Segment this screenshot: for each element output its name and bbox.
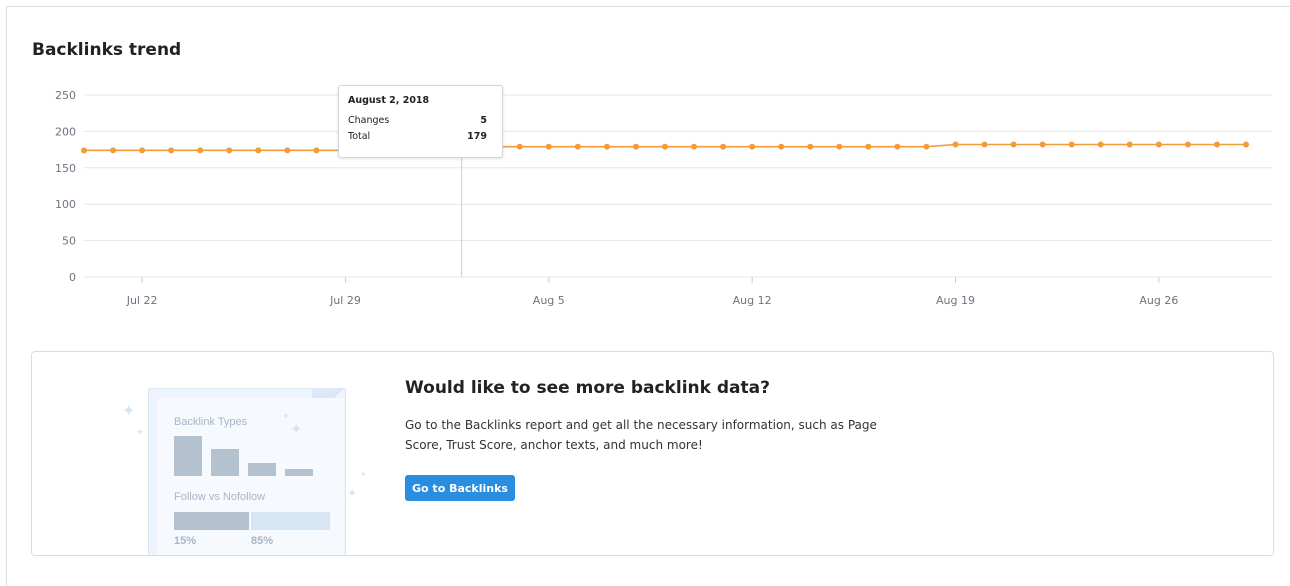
data-point <box>255 147 262 154</box>
tooltip-total-label: Total <box>348 131 371 142</box>
data-point <box>807 143 814 150</box>
tooltip-date: August 2, 2018 <box>348 95 430 106</box>
illustration-follow-label: Follow vs Nofollow <box>174 491 266 503</box>
data-point <box>226 147 233 154</box>
y-tick-label: 150 <box>55 162 76 175</box>
promo-title: Would like to see more backlink data? <box>405 378 770 398</box>
data-point <box>981 141 988 148</box>
data-point <box>81 147 87 154</box>
data-point <box>894 143 901 150</box>
tooltip-total-value: 179 <box>467 131 487 142</box>
sparkle-icon: ✦ <box>122 401 136 420</box>
tooltip-row-total: Total 179 <box>348 129 487 145</box>
illustration-bar <box>211 449 239 476</box>
data-point <box>545 143 552 150</box>
data-point <box>313 147 320 154</box>
data-point <box>923 143 930 150</box>
data-point <box>691 143 698 150</box>
data-point <box>1068 141 1075 148</box>
y-tick-label: 100 <box>55 198 76 211</box>
data-point <box>952 141 959 148</box>
promo-description: Go to the Backlinks report and get all t… <box>405 418 877 452</box>
data-point <box>749 143 756 150</box>
illustration-bar <box>248 463 276 476</box>
data-point <box>662 143 668 150</box>
x-tick-label: Aug 26 <box>1139 294 1178 307</box>
illustration-card: Backlink Types Follow vs Nofollow 15% 85… <box>158 398 344 555</box>
backlinks-report-illustration: Backlink Types Follow vs Nofollow 15% 85… <box>112 382 412 555</box>
data-point <box>865 143 872 150</box>
nofollow-bar <box>251 512 330 530</box>
data-point <box>139 147 146 154</box>
follow-bar <box>174 512 249 530</box>
data-point <box>1155 141 1162 148</box>
data-point <box>1097 141 1104 148</box>
x-tick-label: Aug 12 <box>733 294 772 307</box>
illustration-types-label: Backlink Types <box>174 416 248 428</box>
sparkle-icon: ✦ <box>290 420 303 438</box>
data-point <box>168 147 175 154</box>
data-point <box>632 143 639 150</box>
data-point <box>284 147 291 154</box>
data-point <box>1039 141 1046 148</box>
y-tick-label: 0 <box>69 271 76 284</box>
tooltip-changes-value: 5 <box>480 115 487 126</box>
illustration-bar <box>174 436 202 476</box>
data-point <box>197 147 204 154</box>
data-point <box>1010 141 1017 148</box>
x-tick-label: Jul 22 <box>126 294 158 307</box>
tooltip-changes-label: Changes <box>348 115 390 126</box>
sparkle-icon: ✦ <box>347 486 358 500</box>
data-point <box>110 147 117 154</box>
data-point <box>1213 141 1220 148</box>
x-tick-label: Aug 19 <box>936 294 975 307</box>
data-point <box>836 143 843 150</box>
chart-tooltip: August 2, 2018 Changes 5 Total 179 <box>338 85 503 158</box>
data-point <box>720 143 727 150</box>
sparkle-icon: ✦ <box>360 470 367 479</box>
data-point <box>1243 141 1249 148</box>
data-point <box>516 143 523 150</box>
sparkle-icon: ✦ <box>136 428 144 438</box>
data-point <box>1126 141 1133 148</box>
backlinks-trend-chart: 0 50 100 150 200 250 Jul 22 Jul 29 Aug 5 Aug 12 Au… <box>55 85 1272 307</box>
go-to-backlinks-button[interactable]: Go to Backlinks <box>405 475 515 501</box>
data-point <box>778 143 785 150</box>
data-point <box>1184 141 1191 148</box>
x-tick-label: Jul 29 <box>329 294 361 307</box>
data-point <box>603 143 610 150</box>
data-point <box>574 143 581 150</box>
y-tick-label: 250 <box>55 89 76 102</box>
sparkle-icon: ✦ <box>282 412 290 422</box>
follow-percent: 15% <box>174 535 197 547</box>
y-tick-label: 200 <box>55 125 76 138</box>
tooltip-row-changes: Changes 5 <box>348 113 487 129</box>
y-tick-label: 50 <box>62 235 76 248</box>
illustration-bar <box>285 469 313 476</box>
nofollow-percent: 85% <box>251 535 274 547</box>
promo-panel: Backlink Types Follow vs Nofollow 15% 85… <box>31 351 1274 556</box>
x-tick-label: Aug 5 <box>533 294 565 307</box>
